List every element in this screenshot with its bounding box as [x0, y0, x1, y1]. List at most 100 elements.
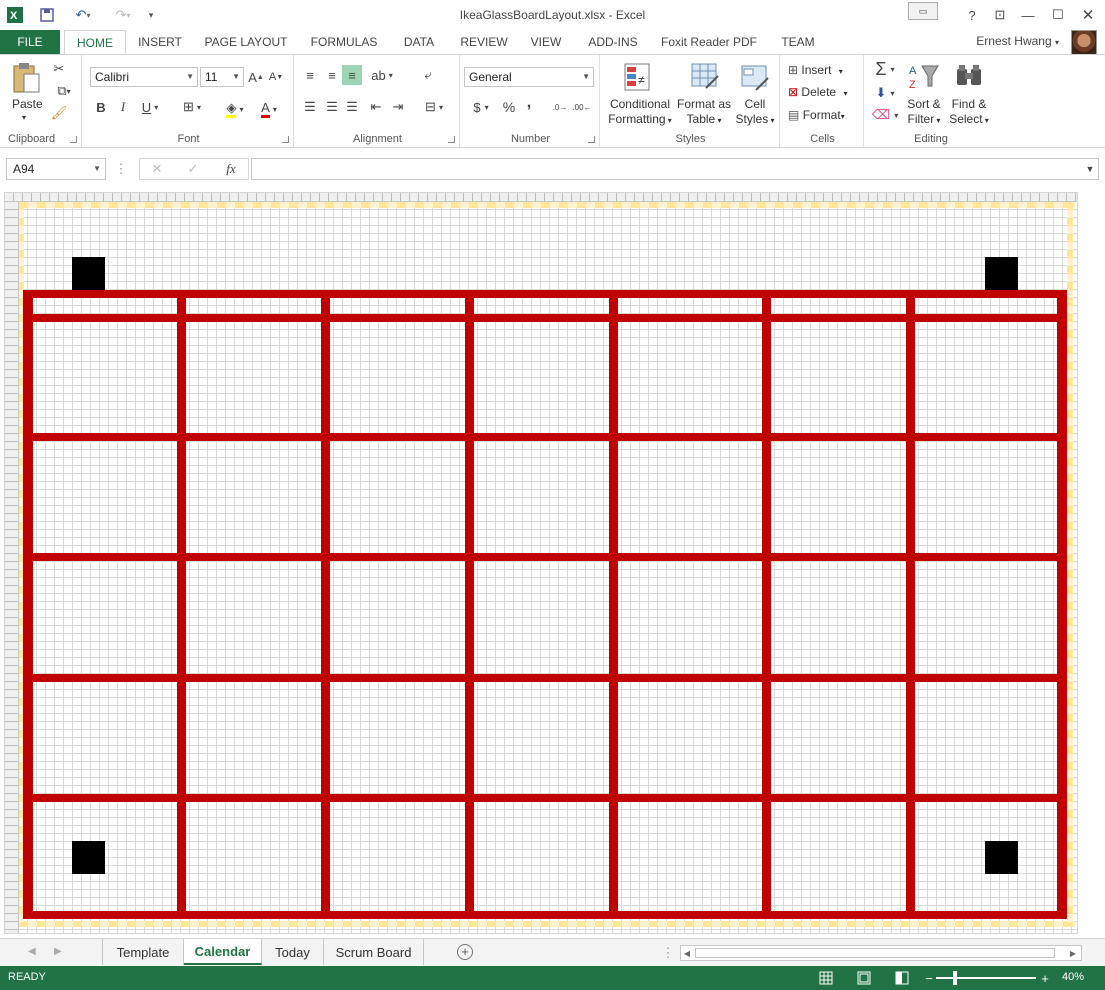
- page-layout-view-icon[interactable]: [855, 969, 873, 987]
- format-as-table-icon[interactable]: [690, 61, 720, 93]
- wrap-text-icon[interactable]: ⤶: [418, 65, 438, 85]
- tab-data[interactable]: DATA: [394, 30, 444, 54]
- scroll-left-icon[interactable]: ◀: [681, 946, 693, 960]
- copy-icon[interactable]: ⧉ ▾: [50, 82, 78, 100]
- sheet-tab-scrum-board[interactable]: Scrum Board: [324, 939, 424, 965]
- worksheet-grid[interactable]: [4, 192, 1078, 934]
- scroll-right-icon[interactable]: ▶: [1067, 946, 1079, 960]
- row-headers[interactable]: [5, 202, 19, 933]
- tab-add-ins[interactable]: ADD-INS: [580, 30, 646, 54]
- middle-align-icon[interactable]: ≡: [322, 65, 342, 85]
- zoom-level[interactable]: 40%: [1062, 971, 1084, 983]
- currency-button[interactable]: $ ▾: [466, 97, 496, 117]
- percent-button[interactable]: %: [500, 97, 518, 117]
- column-headers[interactable]: [5, 193, 1077, 202]
- cell-styles-icon[interactable]: [740, 61, 770, 93]
- font-color-icon[interactable]: A ▾: [254, 98, 284, 120]
- cancel-icon[interactable]: ✕: [148, 160, 166, 178]
- clipboard-launcher-icon[interactable]: [70, 136, 77, 143]
- tab-home[interactable]: HOME: [64, 30, 126, 54]
- close-button[interactable]: ✕: [1074, 4, 1102, 26]
- tab-file[interactable]: FILE: [0, 30, 60, 54]
- bottom-align-icon[interactable]: ≡: [342, 65, 362, 85]
- font-name-select[interactable]: Calibri ▼: [90, 67, 198, 87]
- tab-foxit-reader-pdf[interactable]: Foxit Reader PDF: [656, 30, 762, 54]
- sheet-tab-template[interactable]: Template: [102, 939, 184, 965]
- sort-filter-icon[interactable]: AZ: [908, 61, 940, 91]
- fill-icon[interactable]: ⬇ ▾: [870, 83, 900, 103]
- decrease-font-size-icon[interactable]: A ▼: [268, 67, 284, 87]
- ribbon-display-options-icon[interactable]: ▭: [908, 2, 938, 20]
- paste-icon[interactable]: [10, 61, 42, 95]
- delete-button[interactable]: ⊠ Delete ▾: [788, 85, 847, 99]
- insert-button[interactable]: ⊞ Insert ▾: [788, 63, 843, 77]
- font-launcher-icon[interactable]: [282, 136, 289, 143]
- increase-decimal-icon[interactable]: .0→: [550, 97, 570, 117]
- tab-insert[interactable]: INSERT: [132, 30, 188, 54]
- horizontal-scroll-thumb[interactable]: [695, 948, 1055, 958]
- font-size-select[interactable]: 11 ▼: [200, 67, 244, 87]
- fill-color-icon[interactable]: ◈ ▾: [220, 98, 250, 120]
- align-right-icon[interactable]: ☰: [342, 97, 362, 117]
- minimize-button[interactable]: —: [1014, 4, 1042, 26]
- new-sheet-button[interactable]: +: [457, 944, 473, 960]
- zoom-slider[interactable]: [936, 977, 1036, 979]
- tab-review[interactable]: REVIEW: [454, 30, 514, 54]
- sheet-tab-calendar[interactable]: Calendar: [184, 939, 262, 965]
- find-select-icon[interactable]: [954, 61, 984, 91]
- cut-icon[interactable]: ✂: [50, 60, 68, 78]
- borders-icon[interactable]: ⊞ ▾: [178, 98, 206, 116]
- format-painter-icon[interactable]: 🖌: [50, 104, 68, 122]
- number-format-select[interactable]: General ▼: [464, 67, 594, 87]
- format-as-table-button[interactable]: Format as Table ▾: [674, 97, 734, 128]
- format-button[interactable]: ▤ Format▾: [788, 108, 845, 122]
- underline-button[interactable]: U ▾: [136, 98, 164, 116]
- italic-button[interactable]: I: [114, 98, 132, 116]
- help-button[interactable]: ?: [958, 4, 986, 26]
- decrease-decimal-icon[interactable]: .00←: [572, 97, 592, 117]
- paste-label[interactable]: Paste: [12, 97, 43, 111]
- find-select-button[interactable]: Find & Select ▾: [946, 97, 992, 128]
- conditional-formatting-icon[interactable]: ≠: [622, 61, 652, 93]
- sheet-tab-today[interactable]: Today: [262, 939, 324, 965]
- bold-button[interactable]: B: [92, 98, 110, 116]
- normal-view-icon[interactable]: [817, 969, 835, 987]
- zoom-in-icon[interactable]: +: [1036, 969, 1054, 987]
- maximize-button[interactable]: ☐: [1044, 4, 1072, 26]
- top-align-icon[interactable]: ≡: [300, 65, 320, 85]
- decrease-indent-icon[interactable]: ⇤: [366, 97, 386, 117]
- next-sheet-icon[interactable]: ▶: [54, 946, 62, 957]
- orientation-icon[interactable]: ab ▾: [366, 65, 398, 85]
- horizontal-scrollbar[interactable]: ◀ ▶: [680, 945, 1082, 961]
- tab-formulas[interactable]: FORMULAS: [304, 30, 384, 54]
- name-box[interactable]: A94 ▼: [6, 158, 106, 180]
- align-center-icon[interactable]: ☰: [322, 97, 342, 117]
- enter-icon[interactable]: ✓: [184, 160, 202, 178]
- increase-indent-icon[interactable]: ⇥: [388, 97, 408, 117]
- clear-icon[interactable]: ⌫ ▾: [870, 105, 900, 125]
- autosum-icon[interactable]: Σ ▾: [870, 59, 900, 79]
- tab-team[interactable]: TEAM: [772, 30, 824, 54]
- tab-split-grip-icon[interactable]: ⋮: [662, 945, 675, 961]
- merge-center-icon[interactable]: ⊟ ▾: [418, 97, 450, 117]
- restore-ribbon-icon[interactable]: ⊡: [986, 4, 1014, 26]
- formula-input[interactable]: [251, 158, 1099, 180]
- tab-view[interactable]: VIEW: [522, 30, 570, 54]
- increase-font-size-icon[interactable]: A ▲: [248, 67, 264, 87]
- avatar[interactable]: [1071, 30, 1097, 56]
- number-launcher-icon[interactable]: [588, 136, 595, 143]
- conditional-formatting-button[interactable]: Conditional Formatting ▾: [604, 97, 676, 128]
- align-left-icon[interactable]: ☰: [300, 97, 320, 117]
- prev-sheet-icon[interactable]: ◀: [28, 946, 36, 957]
- comma-button[interactable]: ,: [522, 93, 536, 113]
- alignment-launcher-icon[interactable]: [448, 136, 455, 143]
- paste-dropdown-icon[interactable]: ▾: [22, 113, 26, 122]
- cell-styles-button[interactable]: Cell Styles ▾: [732, 97, 778, 128]
- tab-page-layout[interactable]: PAGE LAYOUT: [198, 30, 294, 54]
- insert-function-button[interactable]: fx: [220, 160, 242, 178]
- expand-formula-bar-icon[interactable]: ▼: [1082, 160, 1098, 178]
- user-name[interactable]: Ernest Hwang ▾: [976, 34, 1059, 48]
- sort-filter-button[interactable]: Sort & Filter ▾: [902, 97, 946, 128]
- page-break-preview-icon[interactable]: [893, 969, 911, 987]
- zoom-slider-thumb[interactable]: [953, 971, 957, 985]
